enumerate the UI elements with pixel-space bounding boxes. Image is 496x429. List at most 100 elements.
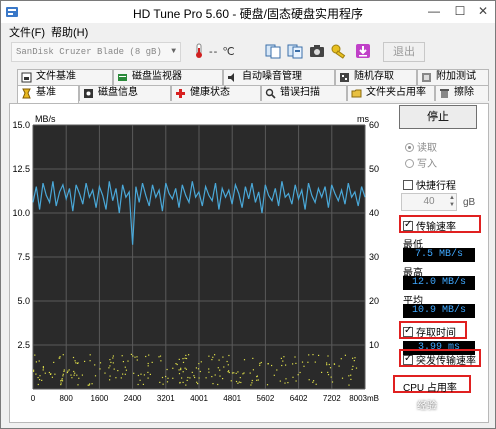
benchmark-chart: 15.0 12.5 10.0 7.5 5.0 2.5 60 50 40 30 20 10 0 800 1… [11,113,387,409]
transfer-rate-checkbox[interactable]: 传输速率 [403,218,456,233]
access-time-point [181,377,183,379]
access-time-point [42,366,44,368]
save-screenshot-icon[interactable] [287,43,303,59]
x-tick-label: 7202 [323,394,341,403]
access-time-point [273,374,275,376]
stop-button[interactable]: 停止 [399,105,477,129]
spin-arrows-icon[interactable]: ▲ ▼ [449,195,455,209]
access-time-point [330,376,332,378]
access-time-point [121,355,123,357]
download-icon[interactable] [355,43,371,59]
y-axis-left-ticks: 15.0 12.5 10.0 7.5 5.0 2.5 [12,120,30,350]
x-tick-label: 2400 [124,394,142,403]
access-time-point [340,358,342,360]
read-radio[interactable]: 读取 [405,139,437,154]
minimize-button[interactable]: — [421,1,447,21]
access-time-point [35,361,37,363]
tab-noise-management[interactable]: 自动噪音管理 [223,69,335,85]
access-time-point [182,371,184,373]
access-time-point [197,368,200,370]
checkbox-access-time [403,325,413,337]
x-axis-ticks: 0 800 1600 2400 3201 4001 4801 5602 6402 7202 8003… [31,394,379,403]
access-time-point [312,354,314,356]
access-time-point [228,354,230,357]
tab-disk-info[interactable]: 磁盘信息 [79,85,171,101]
access-time-point [228,370,230,372]
access-time-point [115,377,117,379]
access-time-point [256,379,258,381]
access-time-point [63,369,65,371]
access-time-point [239,377,241,379]
tab-error-scan[interactable]: 错误扫描 [261,85,347,101]
tab-label: 健康状态 [190,87,230,98]
paw-logo-icon [396,398,410,415]
access-time-point [160,360,162,362]
tab-erase[interactable]: 擦除 [435,85,489,101]
tab-file-benchmark[interactable]: 文件基准 [17,69,113,85]
x-tick-label: 4801 [223,394,241,403]
access-time-checkbox[interactable]: 存取时间 [403,324,456,339]
tab-extra-tests[interactable]: 附加测试 [417,69,489,85]
access-time-point [195,367,197,369]
camera-icon[interactable] [309,43,325,59]
access-time-point [315,383,317,385]
access-time-point [162,383,164,385]
access-time-point [148,354,150,356]
tab-random-access[interactable]: 随机存取 [335,69,417,85]
access-time-point [124,366,126,368]
access-time-point [193,375,195,377]
checkbox-short-stroke [403,180,413,190]
maximize-button[interactable]: ☐ [447,1,473,21]
access-time-point [33,370,35,372]
access-time-point [130,353,132,355]
short-stroke-label: 快捷行程 [416,181,456,192]
key-icon[interactable] [331,43,347,59]
x-tick-label: 8003mB [349,394,379,403]
access-time-point [283,356,285,358]
access-time-point [161,376,164,379]
exit-button[interactable]: 退出 [383,42,425,62]
access-time-point [61,378,63,380]
access-time-point [256,375,258,377]
tab-disk-monitor[interactable]: 磁盘监视器 [113,69,223,85]
cpu-usage-label: CPU 占用率 [403,383,457,394]
access-time-point [139,379,141,381]
access-time-point [217,383,219,386]
access-time-point [194,376,196,379]
write-radio[interactable]: 写入 [405,155,437,170]
access-time-point [352,357,354,359]
access-time-point [37,377,39,379]
access-time-point [63,370,65,372]
noise-icon [228,73,234,82]
tab-health[interactable]: 健康状态 [171,85,261,101]
short-stroke-input[interactable]: 40 ▲ ▼ [401,193,457,211]
tab-folder-usage[interactable]: 文件夹占用率 [347,85,435,101]
access-time-point [222,356,224,358]
burst-rate-checkbox[interactable]: 突发传输速率 [403,352,476,367]
access-time-point [159,381,161,383]
x-tick-label: 3201 [157,394,175,403]
access-time-point [178,358,180,360]
access-time-point [184,367,186,369]
access-time-point [219,369,221,371]
menu-help[interactable]: 帮助(H) [51,24,88,40]
menu-file[interactable]: 文件(F) [9,24,45,40]
close-button[interactable]: ✕ [471,1,495,21]
access-time-point [165,375,167,378]
access-time-point [344,354,346,356]
access-time-point [333,363,335,365]
access-time-point [281,364,283,367]
access-time-point [109,375,111,377]
short-stroke-checkbox[interactable]: 快捷行程 [403,177,456,192]
access-time-point [198,363,200,365]
tab-benchmark[interactable]: 基准 [17,85,79,103]
info-copy-icon[interactable] [265,43,281,59]
access-time-point [243,372,245,374]
tab-label: 文件夹占用率 [366,87,426,98]
access-time-point [84,360,86,362]
access-time-point [89,360,91,362]
access-time-point [112,355,114,357]
drive-select[interactable]: SanDisk Cruzer Blade (8 gB) ▼ [11,42,181,62]
access-time-point [145,355,147,358]
access-time-point [124,373,126,375]
